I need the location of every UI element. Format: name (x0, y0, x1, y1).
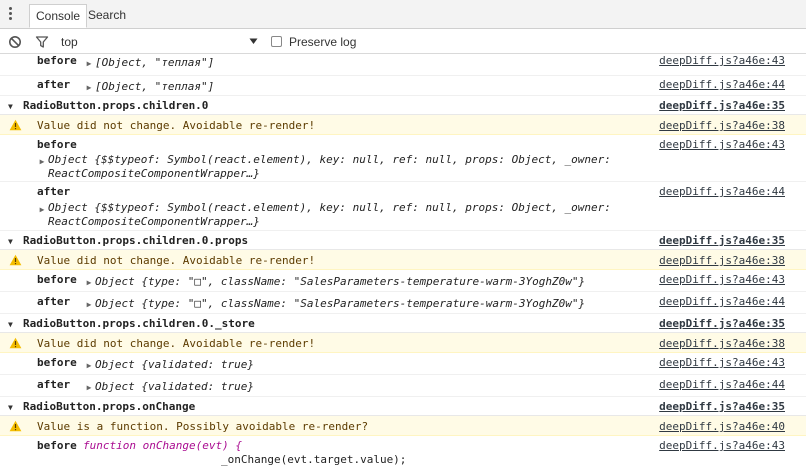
log-value-line[interactable]: Object {$$typeof: Symbol(react.element),… (48, 201, 611, 214)
warning-row: Value did not change. Avoidable re-rende… (0, 250, 806, 270)
preserve-log-checkbox[interactable] (271, 29, 282, 54)
source-link[interactable]: deepDiff.js?a46e:44 (659, 185, 785, 198)
log-row: before ▶ [Object, "теплая"] deepDiff.js?… (0, 54, 806, 76)
source-link[interactable]: deepDiff.js?a46e:35 (659, 400, 785, 413)
log-value[interactable]: [Object, "теплая"] (95, 56, 214, 69)
warning-icon (9, 119, 23, 131)
devtools-tabbar: Console Search (0, 0, 806, 29)
warning-row: Value did not change. Avoidable re-rende… (0, 333, 806, 353)
source-link[interactable]: deepDiff.js?a46e:38 (659, 337, 785, 350)
expand-triangle-icon[interactable]: ▶ (84, 80, 94, 93)
context-label: top (61, 34, 78, 49)
console-messages: before ▶ [Object, "теплая"] deepDiff.js?… (0, 54, 806, 470)
log-row: before ▶ Object {validated: true} deepDi… (0, 353, 806, 375)
source-link[interactable]: deepDiff.js?a46e:43 (659, 439, 785, 452)
source-link[interactable]: deepDiff.js?a46e:44 (659, 78, 785, 91)
source-link[interactable]: deepDiff.js?a46e:44 (659, 378, 785, 391)
expand-triangle-icon[interactable]: ▶ (37, 202, 47, 215)
more-options-icon[interactable] (9, 7, 13, 23)
source-link[interactable]: deepDiff.js?a46e:35 (659, 99, 785, 112)
console-toolbar: top Preserve log (0, 29, 806, 54)
source-link[interactable]: deepDiff.js?a46e:43 (659, 54, 785, 67)
collapse-triangle-icon[interactable]: ▼ (8, 234, 13, 247)
console-group-header[interactable]: ▼ RadioButton.props.children.0 deepDiff.… (0, 96, 806, 115)
preserve-log-label: Preserve log (289, 34, 357, 49)
log-value-line[interactable]: function onChange(evt) { (83, 439, 242, 452)
expand-triangle-icon[interactable]: ▶ (84, 297, 94, 310)
source-link[interactable]: deepDiff.js?a46e:38 (659, 119, 785, 132)
expand-triangle-icon[interactable]: ▶ (84, 275, 94, 288)
console-group-header[interactable]: ▼ RadioButton.props.onChange deepDiff.js… (0, 397, 806, 416)
filter-icon[interactable] (35, 29, 49, 54)
warning-text: Value is a function. Possibly avoidable … (37, 420, 369, 433)
log-value[interactable]: Object {type: "□", className: "SalesPara… (95, 297, 585, 310)
log-value[interactable]: Object {type: "□", className: "SalesPara… (95, 275, 585, 288)
collapse-triangle-icon[interactable]: ▼ (8, 317, 13, 330)
collapse-triangle-icon[interactable]: ▼ (8, 400, 13, 413)
source-link[interactable]: deepDiff.js?a46e:35 (659, 317, 785, 330)
context-selector[interactable]: top (61, 29, 78, 54)
log-value-line: ReactCompositeComponentWrapper…} (48, 215, 260, 228)
collapse-triangle-icon[interactable]: ▼ (8, 99, 13, 112)
expand-triangle-icon[interactable]: ▶ (37, 154, 47, 167)
log-row: before function onChange(evt) { _onChang… (37, 439, 785, 466)
console-group-header[interactable]: ▼ RadioButton.props.children.0.props dee… (0, 231, 806, 250)
log-value[interactable]: Object {validated: true} (95, 380, 254, 393)
log-row: before ▶ Object {type: "□", className: "… (0, 270, 806, 292)
log-value-line: ReactCompositeComponentWrapper…} (48, 167, 260, 180)
source-link[interactable]: deepDiff.js?a46e:38 (659, 254, 785, 267)
source-link[interactable]: deepDiff.js?a46e:43 (659, 356, 785, 369)
log-value[interactable]: Object {validated: true} (95, 358, 254, 371)
log-value-line: _onChange(evt.target.value); (221, 453, 407, 466)
log-row: after ▶ Object {$$typeof: Symbol(react.e… (0, 182, 806, 231)
warning-icon (9, 254, 23, 266)
log-row: after ▶ Object {type: "□", className: "S… (0, 292, 806, 314)
warning-icon (9, 420, 23, 432)
warning-row: Value did not change. Avoidable re-rende… (0, 115, 806, 135)
log-value[interactable]: [Object, "теплая"] (95, 80, 214, 93)
chevron-down-icon[interactable] (249, 29, 258, 54)
expand-triangle-icon[interactable]: ▶ (84, 358, 94, 371)
tab-console[interactable]: Console (29, 4, 88, 28)
log-row: before ▶ Object {$$typeof: Symbol(react.… (0, 135, 806, 182)
source-link[interactable]: deepDiff.js?a46e:40 (659, 420, 785, 433)
source-link[interactable]: deepDiff.js?a46e:43 (659, 273, 785, 286)
expand-triangle-icon[interactable]: ▶ (84, 380, 94, 393)
console-group-header[interactable]: ▼ RadioButton.props.children.0._store de… (0, 314, 806, 333)
clear-console-icon[interactable] (8, 29, 22, 54)
warning-text: Value did not change. Avoidable re-rende… (37, 119, 316, 132)
warning-row: Value is a function. Possibly avoidable … (0, 416, 806, 436)
tab-search[interactable]: Search (82, 4, 132, 28)
warning-text: Value did not change. Avoidable re-rende… (37, 254, 316, 267)
log-row: after ▶ [Object, "теплая"] deepDiff.js?a… (0, 76, 806, 96)
log-value-line[interactable]: Object {$$typeof: Symbol(react.element),… (48, 153, 611, 166)
warning-icon (9, 337, 23, 349)
source-link[interactable]: deepDiff.js?a46e:35 (659, 234, 785, 247)
expand-triangle-icon[interactable]: ▶ (84, 56, 94, 69)
source-link[interactable]: deepDiff.js?a46e:43 (659, 138, 785, 151)
source-link[interactable]: deepDiff.js?a46e:44 (659, 295, 785, 308)
warning-text: Value did not change. Avoidable re-rende… (37, 337, 316, 350)
log-row: after ▶ Object {validated: true} deepDif… (0, 375, 806, 397)
